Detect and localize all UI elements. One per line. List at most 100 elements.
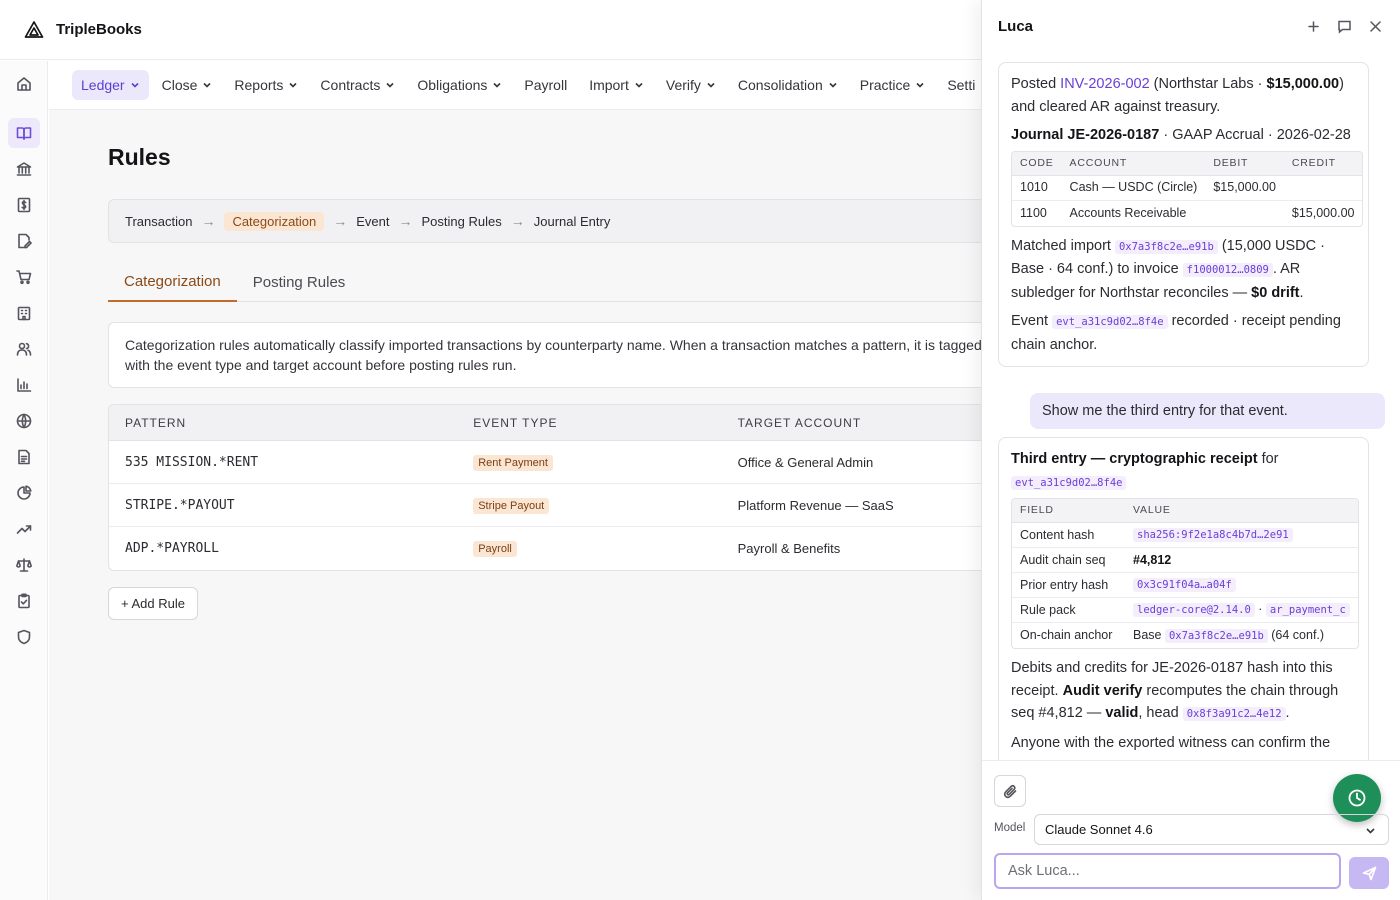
close-panel-button[interactable] xyxy=(1365,16,1385,36)
debit-amount xyxy=(1205,201,1284,226)
event-type-badge: Rent Payment xyxy=(473,454,553,471)
table-row[interactable]: 535 MISSION.*RENT Rent Payment Office & … xyxy=(109,441,981,484)
model-select[interactable]: Claude Sonnet 4.6 xyxy=(1034,814,1389,845)
rules-pipeline: Transaction → Categorization → Event → P… xyxy=(108,199,981,243)
paperclip-icon xyxy=(1003,784,1016,798)
nav-item-practice[interactable]: Practice xyxy=(851,70,935,100)
attach-file-button[interactable] xyxy=(994,775,1026,807)
message-paragraph: Event evt_a31c9d02…8f4e recorded · recei… xyxy=(1011,310,1356,356)
column-header: VALUE xyxy=(1125,499,1358,523)
message-paragraph: Third entry — cryptographic receipt for … xyxy=(1011,448,1356,494)
column-header-event-type: EVENT TYPE xyxy=(473,415,558,430)
sidebar-item-contracts[interactable] xyxy=(8,226,40,256)
model-selected-value: Claude Sonnet 4.6 xyxy=(1045,822,1153,837)
nav-item-contracts[interactable]: Contracts xyxy=(311,70,404,100)
rule-pack-code: ledger-core@2.14.0 xyxy=(1133,603,1255,618)
new-chat-button[interactable] xyxy=(1303,16,1323,36)
arrow-right-icon: → xyxy=(510,213,525,229)
target-account: Platform Revenue — SaaS xyxy=(737,497,894,513)
text-span: Base xyxy=(1133,627,1165,642)
chevron-down-icon xyxy=(829,82,837,88)
sidebar-rail xyxy=(0,61,48,900)
document-edit-icon xyxy=(18,233,32,249)
column-header: FIELD xyxy=(1012,499,1125,523)
pie-chart-icon xyxy=(17,485,32,500)
head-hash-code: 0x8f3a91c2…4e12 xyxy=(1182,707,1286,721)
text-span: Matched import xyxy=(1011,237,1115,254)
text-span: for xyxy=(1257,451,1279,467)
nav-item-label: Verify xyxy=(665,77,701,93)
sidebar-item-allocations[interactable] xyxy=(8,478,40,508)
send-button[interactable] xyxy=(1349,857,1389,889)
sidebar-item-analytics[interactable] xyxy=(8,370,40,400)
text-span: · xyxy=(1254,602,1266,617)
invoice-link[interactable]: INV-2026-002 xyxy=(1060,76,1149,92)
cart-icon xyxy=(16,270,32,285)
app-brand[interactable]: TripleBooks xyxy=(56,21,142,38)
text-span: (64 conf.) xyxy=(1267,627,1325,642)
chat-messages[interactable]: Posted INV-2026-002 (Northstar Labs · $1… xyxy=(982,52,1400,760)
target-account: Payroll & Benefits xyxy=(737,541,841,556)
assistant-header: Luca xyxy=(982,0,1400,52)
nav-item-label: Import xyxy=(589,77,629,93)
triplebooks-logo-icon[interactable] xyxy=(24,20,44,40)
nav-item-obligations[interactable]: Obligations xyxy=(408,70,511,100)
nav-item-verify[interactable]: Verify xyxy=(657,70,725,100)
add-rule-button[interactable]: + Add Rule xyxy=(108,587,198,620)
column-header: ACCOUNT xyxy=(1061,151,1206,176)
debit-amount: $15,000.00 xyxy=(1205,176,1284,201)
event-id-code: evt_a31c9d02…8f4e xyxy=(1052,315,1168,329)
nav-item-import[interactable]: Import xyxy=(580,70,653,100)
sidebar-item-forecasting[interactable] xyxy=(8,514,40,544)
drift-value: $0 drift xyxy=(1251,284,1300,301)
main-content: Rules Transaction → Categorization → Eve… xyxy=(49,110,981,900)
nav-item-consolidation[interactable]: Consolidation xyxy=(729,70,847,100)
chat-history-button[interactable] xyxy=(1334,16,1354,36)
table-row: Content hash sha256:9f2e1a8c4b7d…2e91 xyxy=(1012,523,1358,548)
nav-item-reports[interactable]: Reports xyxy=(225,70,307,100)
column-header: CREDIT xyxy=(1283,151,1363,176)
sidebar-item-security[interactable] xyxy=(8,622,40,652)
chevron-down-icon xyxy=(289,82,297,88)
chat-input[interactable] xyxy=(994,853,1341,889)
rule-pattern: 535 MISSION.*RENT xyxy=(125,454,259,470)
sidebar-item-billing[interactable] xyxy=(8,190,40,220)
tab-categorization[interactable]: Categorization xyxy=(108,262,237,302)
field-label: Rule pack xyxy=(1012,598,1125,623)
sidebar-item-home[interactable] xyxy=(8,69,40,99)
nav-item-label: Setti xyxy=(947,77,976,93)
text-span: . xyxy=(1285,705,1290,721)
book-icon xyxy=(16,127,32,140)
arrow-right-icon: → xyxy=(333,213,348,229)
nav-item-payroll[interactable]: Payroll xyxy=(515,70,576,100)
anchor-hash-code: 0x7a3f8c2e…e91b xyxy=(1164,628,1268,643)
chevron-down-icon xyxy=(635,82,643,88)
journal-lines-table: CODE ACCOUNT DEBIT CREDIT 1010 Cash — US… xyxy=(1011,150,1364,227)
nav-item-settings[interactable]: Setti xyxy=(938,70,981,100)
sidebar-item-documents[interactable] xyxy=(8,442,40,472)
user-message: Show me the third entry for that event. xyxy=(1030,393,1385,429)
event-type-badge: Payroll xyxy=(473,541,517,557)
sidebar-item-tasks[interactable] xyxy=(8,586,40,616)
nav-item-close[interactable]: Close xyxy=(153,70,222,100)
sidebar-item-banking[interactable] xyxy=(8,154,40,184)
table-row[interactable]: STRIPE.*PAYOUT Stripe Payout Platform Re… xyxy=(109,484,981,527)
sidebar-item-people[interactable] xyxy=(8,334,40,364)
nav-item-ledger[interactable]: Ledger xyxy=(72,70,149,100)
sidebar-item-ledger[interactable] xyxy=(8,118,40,148)
message-paragraph: Anyone with the exported witness can con… xyxy=(1011,734,1331,751)
rules-table: PATTERN EVENT TYPE TARGET ACCOUNT 535 MI… xyxy=(108,404,981,571)
sidebar-item-compliance[interactable] xyxy=(8,550,40,580)
table-row[interactable]: ADP.*PAYROLL Payroll Payroll & Benefits xyxy=(109,527,981,570)
sidebar-item-entities[interactable] xyxy=(8,298,40,328)
sidebar-item-purchasing[interactable] xyxy=(8,262,40,292)
model-label: Model xyxy=(994,822,1026,834)
import-hash-code: 0x7a3f8c2e…e91b xyxy=(1114,239,1218,254)
sidebar-item-global[interactable] xyxy=(8,406,40,436)
column-header-pattern: PATTERN xyxy=(125,415,187,430)
bold-text: Audit verify xyxy=(1062,682,1143,699)
table-row: On-chain anchor Base 0x7a3f8c2e…e91b (64… xyxy=(1012,623,1358,648)
tab-posting-rules[interactable]: Posting Rules xyxy=(237,262,362,302)
table-header: PATTERN EVENT TYPE TARGET ACCOUNT xyxy=(109,405,981,441)
building-icon xyxy=(17,306,31,321)
